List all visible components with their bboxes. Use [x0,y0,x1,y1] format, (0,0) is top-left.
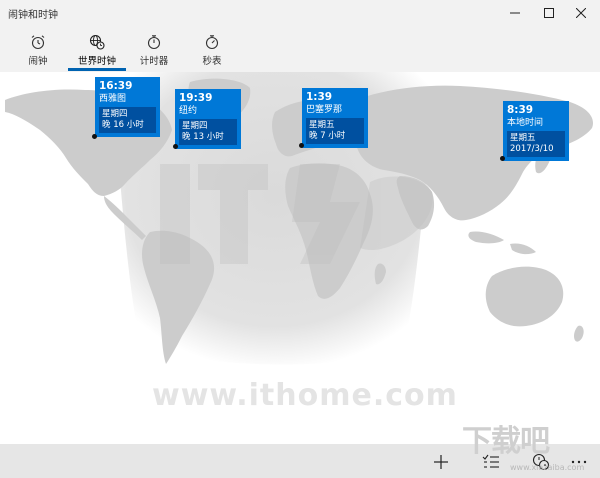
tab-world-clock-label: 世界时钟 [77,56,116,67]
tab-stopwatch[interactable]: 秒表 [182,34,242,72]
location-pin-barcelona [299,143,304,148]
clock-city: 巴塞罗那 [306,105,343,115]
maximize-icon [544,8,554,18]
clock-card-local[interactable]: 8:39 本地时间 星期五 2017/3/10 [503,101,569,161]
clock-time: 16:39 [99,80,133,92]
minimize-button[interactable] [496,0,534,26]
location-pin-local [500,156,505,161]
clock-city: 本地时间 [507,118,544,128]
app-title: 闹钟和时钟 [8,10,58,21]
title-bar: 闹钟和时钟 [0,0,600,26]
tab-timer-label: 计时器 [139,56,169,67]
clock-day: 星期五 [309,120,335,130]
clock-offset: 晚 13 小时 [182,132,224,142]
tab-alarm-label: 闹钟 [28,56,48,67]
location-pin-new-york [173,144,178,149]
clock-card-seattle[interactable]: 16:39 西雅图 星期四 晚 16 小时 [95,77,160,137]
corner-watermark: 下载吧 [462,424,550,459]
timer-icon [147,35,161,50]
minimize-icon [510,12,520,14]
clock-card-new-york[interactable]: 19:39 纽约 星期四 晚 13 小时 [175,89,241,149]
clock-detail: 星期五 2017/3/10 [507,131,565,157]
tab-bar: 闹钟 世界时钟 计时器 秒表 [0,26,600,72]
tab-world-clock[interactable]: 世界时钟 [67,34,127,72]
clock-city: 西雅图 [99,94,127,104]
url-watermark: www.ithome.com [152,378,458,413]
tab-timer[interactable]: 计时器 [124,34,184,72]
world-clock-icon [89,34,105,50]
alarm-clock-icon [31,35,45,50]
clock-offset: 2017/3/10 [510,144,554,154]
close-button[interactable] [562,0,600,26]
add-city-button[interactable] [428,450,454,474]
clock-time: 8:39 [507,104,534,116]
world-map: www.ithome.com 16:39 西雅图 星期四 晚 16 小时 19:… [0,72,600,444]
clock-time: 19:39 [179,92,213,104]
clock-day: 星期四 [182,121,208,131]
clock-card-barcelona[interactable]: 1:39 巴塞罗那 星期五 晚 7 小时 [302,88,368,148]
clock-detail: 星期五 晚 7 小时 [306,118,364,144]
stopwatch-icon [205,35,219,50]
clock-detail: 星期四 晚 16 小时 [99,107,156,133]
clock-city: 纽约 [179,106,198,116]
clock-offset: 晚 16 小时 [102,120,144,130]
clock-offset: 晚 7 小时 [309,131,346,141]
location-pin-seattle [92,134,97,139]
add-icon [434,455,448,469]
clock-time: 1:39 [306,91,333,103]
tab-stopwatch-label: 秒表 [202,56,222,67]
corner-watermark-url: www.xiazaiba.com [510,463,585,472]
active-tab-indicator [68,68,126,71]
tab-alarm[interactable]: 闹钟 [8,34,68,72]
clock-day: 星期四 [102,109,128,119]
close-icon [576,8,586,18]
clock-detail: 星期四 晚 13 小时 [179,119,237,145]
clock-day: 星期五 [510,133,536,143]
